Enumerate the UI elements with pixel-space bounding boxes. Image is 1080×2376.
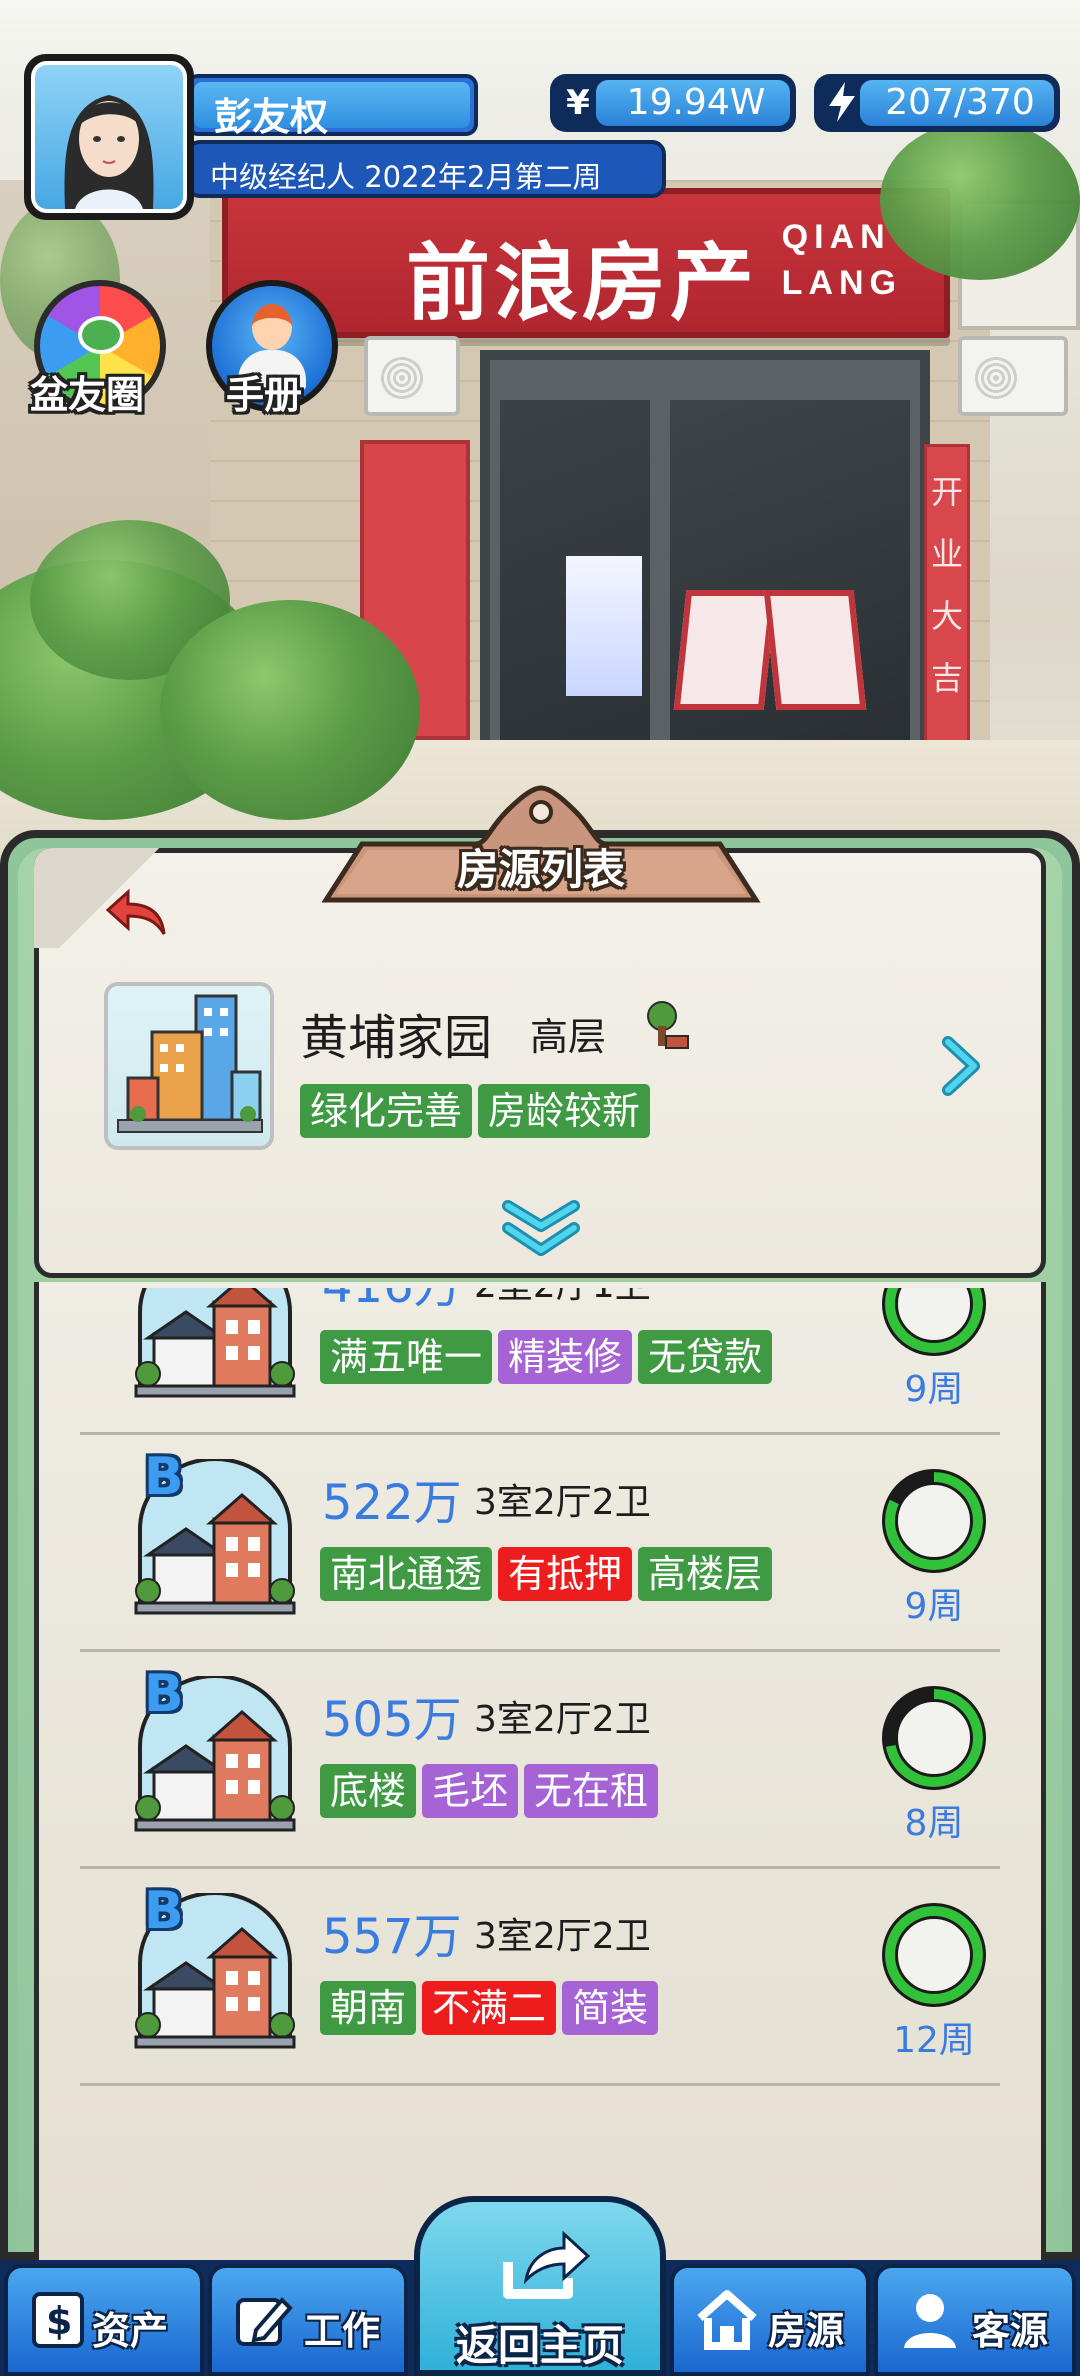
tag: 房龄较新 (478, 1084, 651, 1138)
tag: 不满二 (422, 1981, 557, 2035)
listing-row[interactable]: B 557万 3室2厅2卫 朝南 不满二 简装 12周 (80, 1869, 1000, 2086)
money-value: 19.94W (626, 82, 766, 123)
listing-layout: 3室2厅2卫 (474, 1482, 651, 1523)
grade-badge: B (144, 1664, 184, 1724)
tag: 底楼 (320, 1764, 417, 1818)
listing-tags: 满五唯一 精装修 无贷款 (320, 1330, 773, 1384)
listing-price: 557万 (322, 1909, 462, 1965)
svg-text:$: $ (46, 2299, 72, 2343)
shop-signboard: 前浪房产 QIAN LANG (222, 188, 950, 338)
person-head-icon (252, 304, 292, 350)
person-icon (904, 2294, 956, 2348)
listing-layout: 2室2厅1卫 (474, 1288, 651, 1308)
manual-label: 手册 (226, 373, 303, 417)
air-conditioner (958, 336, 1068, 416)
tag: 南北通透 (320, 1547, 493, 1601)
chevron-right-icon[interactable] (940, 1036, 984, 1096)
sandwich-board (763, 590, 867, 710)
woman-portrait-icon (64, 95, 154, 209)
listing-layout: 3室2厅2卫 (474, 1699, 651, 1740)
listing-scroll-area[interactable]: B 416万 2室2厅1卫 满五唯一 精装修 无贷款 9周 B 522万 3室2… (40, 1288, 1040, 2260)
listing-row[interactable]: B 522万 3室2厅2卫 南北通透 有抵押 高楼层 9周 (80, 1435, 1000, 1652)
progress-ring (882, 1903, 986, 2007)
energy-display: 207/370 (814, 74, 1060, 132)
sign-title: 前浪房产 (406, 234, 759, 332)
edit-icon (236, 2297, 293, 2346)
friends-circle-label: 盆友圈 (30, 373, 145, 417)
listing-layout: 3室2厅2卫 (474, 1916, 651, 1957)
tag: 高楼层 (638, 1547, 773, 1601)
player-rank-date: 中级经纪人 2022年2月第二周 (186, 140, 666, 198)
house-nav-icon (697, 2290, 757, 2350)
player-name-plate: 彭友权 (186, 74, 478, 139)
player-name: 彭友权 (214, 95, 329, 139)
panel-title: 房源列表 (456, 845, 625, 894)
money-display: ¥ 19.94W (550, 74, 796, 132)
nav-clients-button[interactable]: 客源 (874, 2264, 1076, 2376)
buildings-icon (117, 994, 263, 1133)
progress-ring (882, 1469, 986, 1573)
energy-value: 207/370 (885, 82, 1035, 123)
bush (880, 120, 1080, 280)
listing-price: 416万 (322, 1288, 462, 1316)
nav-houses-label: 房源 (768, 2309, 845, 2353)
tag: 绿化完善 (300, 1084, 473, 1138)
tag: 满五唯一 (320, 1330, 493, 1384)
listing-row[interactable]: B 505万 3室2厅2卫 底楼 毛坯 无在租 8周 (80, 1652, 1000, 1869)
nav-home-button[interactable]: 返回主页 (414, 2196, 666, 2376)
tag: 无贷款 (638, 1330, 773, 1384)
community-name: 黄埔家园 (300, 1010, 493, 1066)
listing-weeks: 9周 (904, 1586, 964, 1627)
listing-tags: 南北通透 有抵押 高楼层 (320, 1547, 773, 1601)
nav-home-label: 返回主页 (455, 2321, 624, 2370)
tag: 毛坯 (422, 1764, 519, 1818)
nav-assets-label: 资产 (92, 2309, 169, 2353)
chat-bubble-icon (78, 316, 124, 354)
tag: 朝南 (320, 1981, 417, 2035)
air-conditioner (364, 336, 460, 416)
community-image (104, 982, 274, 1150)
listing-row[interactable]: B 416万 2室2厅1卫 满五唯一 精装修 无贷款 9周 (80, 1288, 1000, 1435)
tag: 简装 (562, 1981, 659, 2035)
share-arrow-icon (503, 2230, 591, 2299)
listing-weeks: 8周 (904, 1803, 964, 1844)
double-chevron-down-icon[interactable] (500, 1198, 582, 1262)
nav-houses-button[interactable]: 房源 (670, 2264, 870, 2376)
tag: 有抵押 (498, 1547, 633, 1601)
community-tags: 绿化完善 房龄较新 (300, 1084, 651, 1138)
dollar-document-icon: $ (32, 2292, 84, 2348)
tag: 精装修 (498, 1330, 633, 1384)
house-icon (134, 1288, 296, 1398)
player-avatar[interactable] (24, 54, 194, 220)
listing-weeks: 12周 (893, 2020, 975, 2061)
listing-tags: 朝南 不满二 简装 (320, 1981, 659, 2035)
progress-ring (882, 1686, 986, 1790)
sandwich-board (673, 590, 777, 710)
tag: 无在租 (524, 1764, 659, 1818)
sign-latin-line2: LANG (781, 264, 902, 302)
opening-banner: 开业大吉 (924, 444, 970, 744)
progress-ring (882, 1288, 986, 1356)
nav-assets-button[interactable]: $ 资产 (4, 2264, 204, 2376)
listing-price: 522万 (322, 1475, 462, 1531)
listing-price: 505万 (322, 1692, 462, 1748)
grade-badge: B (144, 1447, 184, 1507)
grade-badge: B (144, 1288, 184, 1290)
listing-weeks: 9周 (904, 1369, 964, 1410)
community-type: 高层 (530, 1015, 607, 1059)
nav-clients-label: 客源 (972, 2309, 1049, 2353)
sign-latin: QIAN LANG (782, 214, 902, 306)
nav-work-button[interactable]: 工作 (208, 2264, 408, 2376)
nav-work-label: 工作 (304, 2309, 381, 2353)
rank-date-text: 中级经纪人 2022年2月第二周 (210, 160, 602, 194)
door-poster (566, 556, 642, 696)
grade-badge: B (144, 1881, 184, 1941)
back-arrow-icon[interactable] (104, 888, 168, 938)
listing-tags: 底楼 毛坯 无在租 (320, 1764, 659, 1818)
tree-icon (647, 1001, 689, 1049)
